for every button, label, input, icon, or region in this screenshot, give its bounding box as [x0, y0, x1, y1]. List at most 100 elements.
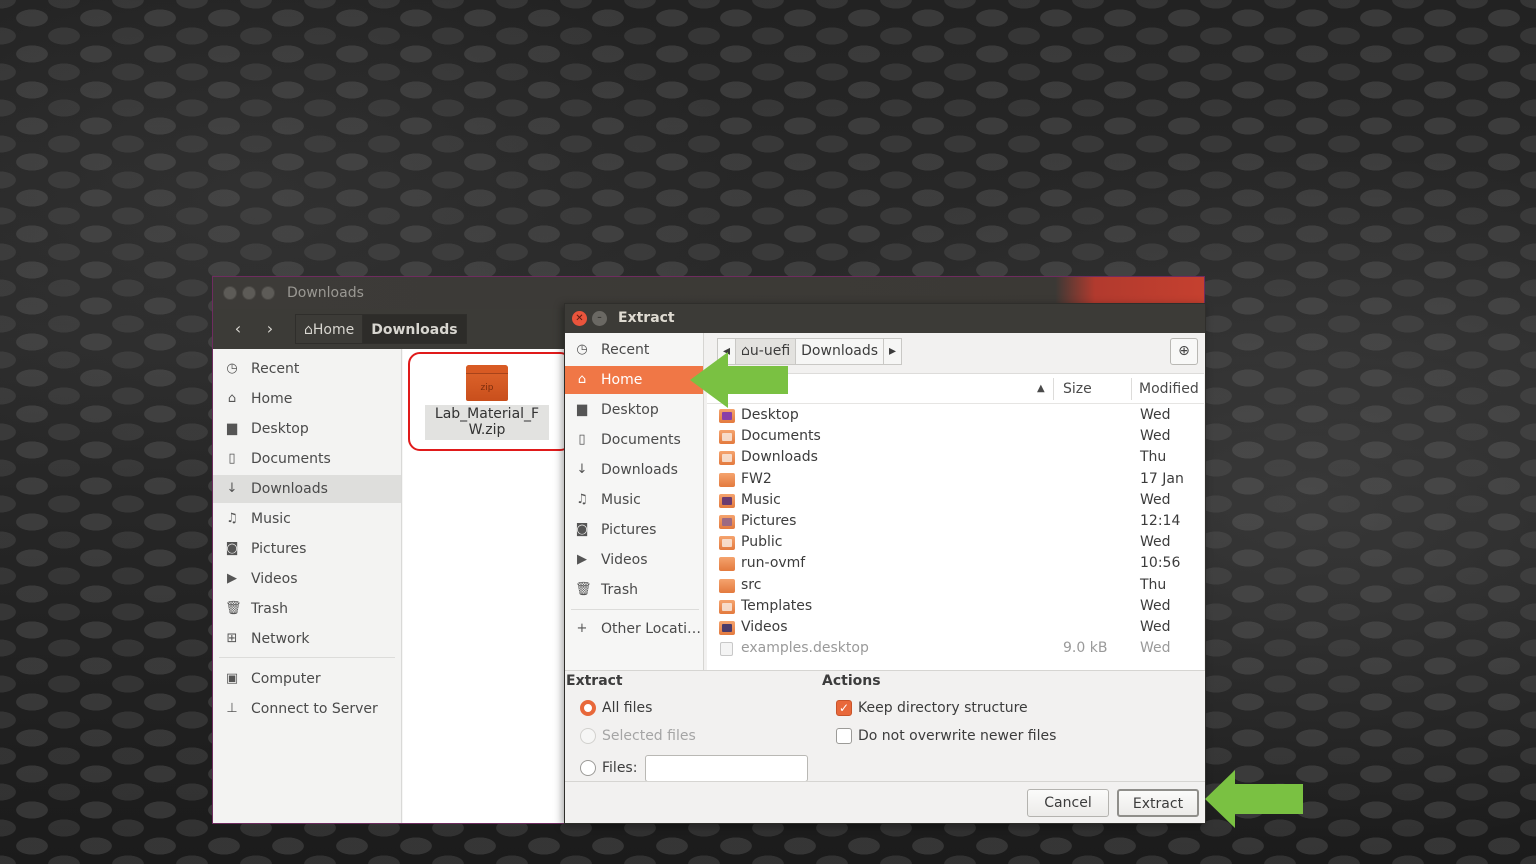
dialog-sidebar-item-music[interactable]: ♫ Music	[565, 486, 703, 514]
files-radio[interactable]: Files:	[580, 758, 637, 778]
document-icon: ▯	[228, 451, 236, 466]
forward-button[interactable]: ›	[257, 318, 283, 340]
dialog-titlebar: ✕ – Extract	[565, 304, 1205, 333]
sidebar-item-music[interactable]: ♫ Music	[213, 505, 401, 533]
file-row[interactable]: Downloads Thu	[707, 447, 1204, 468]
network-icon: ⊞	[226, 631, 238, 646]
file-name: examples.desktop	[741, 640, 869, 657]
new-folder-button[interactable]: ⊕	[1170, 338, 1198, 365]
extract-button[interactable]: Extract	[1117, 789, 1199, 817]
folder-icon	[719, 430, 735, 445]
dialog-sidebar-divider	[571, 609, 699, 610]
maximize-window-button[interactable]	[261, 286, 275, 300]
file-modified: Wed	[1140, 619, 1171, 635]
file-row[interactable]: run-ovmf 10:56	[707, 553, 1204, 574]
file-row[interactable]: examples.desktop 9.0 kB Wed	[707, 638, 1204, 659]
home-icon: ⌂	[577, 372, 587, 387]
do-not-overwrite-checkbox[interactable]: Do not overwrite newer files	[836, 726, 1056, 746]
file-row[interactable]: Documents Wed	[707, 426, 1204, 447]
file-row[interactable]: Videos Wed	[707, 617, 1204, 638]
music-icon: ♫	[576, 492, 588, 507]
all-files-radio[interactable]: All files	[580, 698, 652, 718]
files-pattern-input[interactable]	[645, 755, 808, 782]
clock-icon: ◷	[226, 361, 238, 376]
file-name: run-ovmf	[741, 555, 806, 572]
path-segment-downloads[interactable]: Downloads	[795, 338, 884, 365]
file-row[interactable]: FW2 17 Jan	[707, 469, 1204, 490]
column-header-modified[interactable]: Modified	[1139, 374, 1199, 404]
extract-group-title: Extract	[566, 673, 623, 689]
path-segment-downloads[interactable]: Downloads	[362, 314, 467, 344]
path-scroll-right-button[interactable]: ▸	[883, 338, 903, 365]
sidebar-item-desktop[interactable]: ▆ Desktop	[213, 415, 401, 443]
file-row[interactable]: Pictures 12:14	[707, 511, 1204, 532]
dialog-sidebar-item-trash[interactable]: 🗑 Trash	[565, 576, 703, 604]
trash-icon: 🗑	[225, 601, 242, 616]
file-name: Videos	[741, 619, 788, 635]
video-icon: ▶	[577, 552, 587, 567]
file-row[interactable]: Public Wed	[707, 532, 1204, 553]
sidebar-item-downloads[interactable]: ↓ Downloads	[213, 475, 401, 503]
server-icon: ⊥	[226, 701, 238, 716]
dialog-sidebar-item-videos[interactable]: ▶ Videos	[565, 546, 703, 574]
column-header-size[interactable]: Size	[1063, 374, 1092, 404]
file-modified: Thu	[1140, 576, 1167, 593]
sidebar-divider	[219, 657, 395, 658]
file-size: 9.0 kB	[1063, 640, 1108, 657]
file-row[interactable]: Music Wed	[707, 490, 1204, 511]
sidebar-item-documents[interactable]: ▯ Documents	[213, 445, 401, 473]
highlight-box	[408, 352, 572, 451]
file-row[interactable]: src Thu	[707, 575, 1204, 596]
file-manager-sidebar: ◷ Recent ⌂ Home ▆ Desktop ▯ Documents ↓ Downl…	[213, 349, 402, 823]
keep-directory-structure-checkbox[interactable]: ✓ Keep directory structure	[836, 698, 1028, 718]
close-window-button[interactable]	[223, 286, 237, 300]
dialog-sidebar-item-other-locations[interactable]: + Other Locati…	[565, 615, 703, 643]
computer-icon: ▣	[225, 671, 239, 686]
dialog-sidebar-item-downloads[interactable]: ↓ Downloads	[565, 456, 703, 484]
file-name: Downloads	[741, 449, 818, 466]
file-modified: 12:14	[1140, 513, 1181, 529]
minimize-window-button[interactable]	[242, 286, 256, 300]
sidebar-item-home[interactable]: ⌂ Home	[213, 385, 401, 413]
dialog-sidebar-item-pictures[interactable]: ◙ Pictures	[565, 516, 703, 544]
radio-indicator	[580, 700, 596, 716]
video-icon: ▶	[227, 571, 237, 586]
sort-ascending-icon[interactable]: ▲	[1037, 374, 1045, 404]
sidebar-item-trash[interactable]: 🗑 Trash	[213, 595, 401, 623]
file-modified: Wed	[1140, 597, 1171, 614]
sidebar-item-recent[interactable]: ◷ Recent	[213, 355, 401, 383]
cancel-button[interactable]: Cancel	[1027, 789, 1109, 817]
minimize-dialog-button[interactable]: –	[592, 311, 607, 326]
file-modified: 10:56	[1140, 555, 1181, 572]
extract-options: Extract All files Selected files Files: …	[565, 670, 1205, 782]
back-button[interactable]: ‹	[225, 318, 251, 340]
sidebar-item-pictures[interactable]: ◙ Pictures	[213, 535, 401, 563]
file-list: ▲ Size Modified Desktop Wed Documents Wed Do…	[707, 373, 1204, 670]
checkbox-indicator	[836, 728, 852, 744]
selected-files-radio: Selected files	[580, 726, 696, 746]
sidebar-item-network[interactable]: ⊞ Network	[213, 625, 401, 653]
file-name: Templates	[741, 597, 813, 614]
new-folder-icon: ⊕	[1178, 343, 1190, 359]
sidebar-item-videos[interactable]: ▶ Videos	[213, 565, 401, 593]
file-row[interactable]: Desktop Wed	[707, 405, 1204, 426]
folder-icon	[719, 536, 735, 551]
folder-icon: ▆	[227, 421, 237, 436]
home-icon: ⌂	[227, 391, 237, 406]
sidebar-item-computer[interactable]: ▣ Computer	[213, 665, 401, 693]
folder-icon: ▆	[577, 402, 587, 417]
text-file-icon	[720, 642, 733, 657]
folder-icon	[719, 451, 735, 466]
dialog-sidebar-item-desktop[interactable]: ▆ Desktop	[565, 396, 703, 424]
sidebar-item-connect-to-server[interactable]: ⊥ Connect to Server	[213, 695, 401, 723]
close-dialog-button[interactable]: ✕	[572, 311, 587, 326]
dialog-sidebar-item-recent[interactable]: ◷ Recent	[565, 336, 703, 364]
file-row[interactable]: Templates Wed	[707, 596, 1204, 617]
path-segment-home[interactable]: ⌂Home	[295, 314, 363, 344]
dialog-sidebar-item-home[interactable]: ⌂ Home	[565, 366, 703, 394]
plus-icon: +	[576, 621, 588, 636]
folder-icon	[719, 515, 735, 529]
trash-icon: 🗑	[575, 582, 592, 597]
actions-group-title: Actions	[822, 673, 881, 689]
dialog-sidebar-item-documents[interactable]: ▯ Documents	[565, 426, 703, 454]
